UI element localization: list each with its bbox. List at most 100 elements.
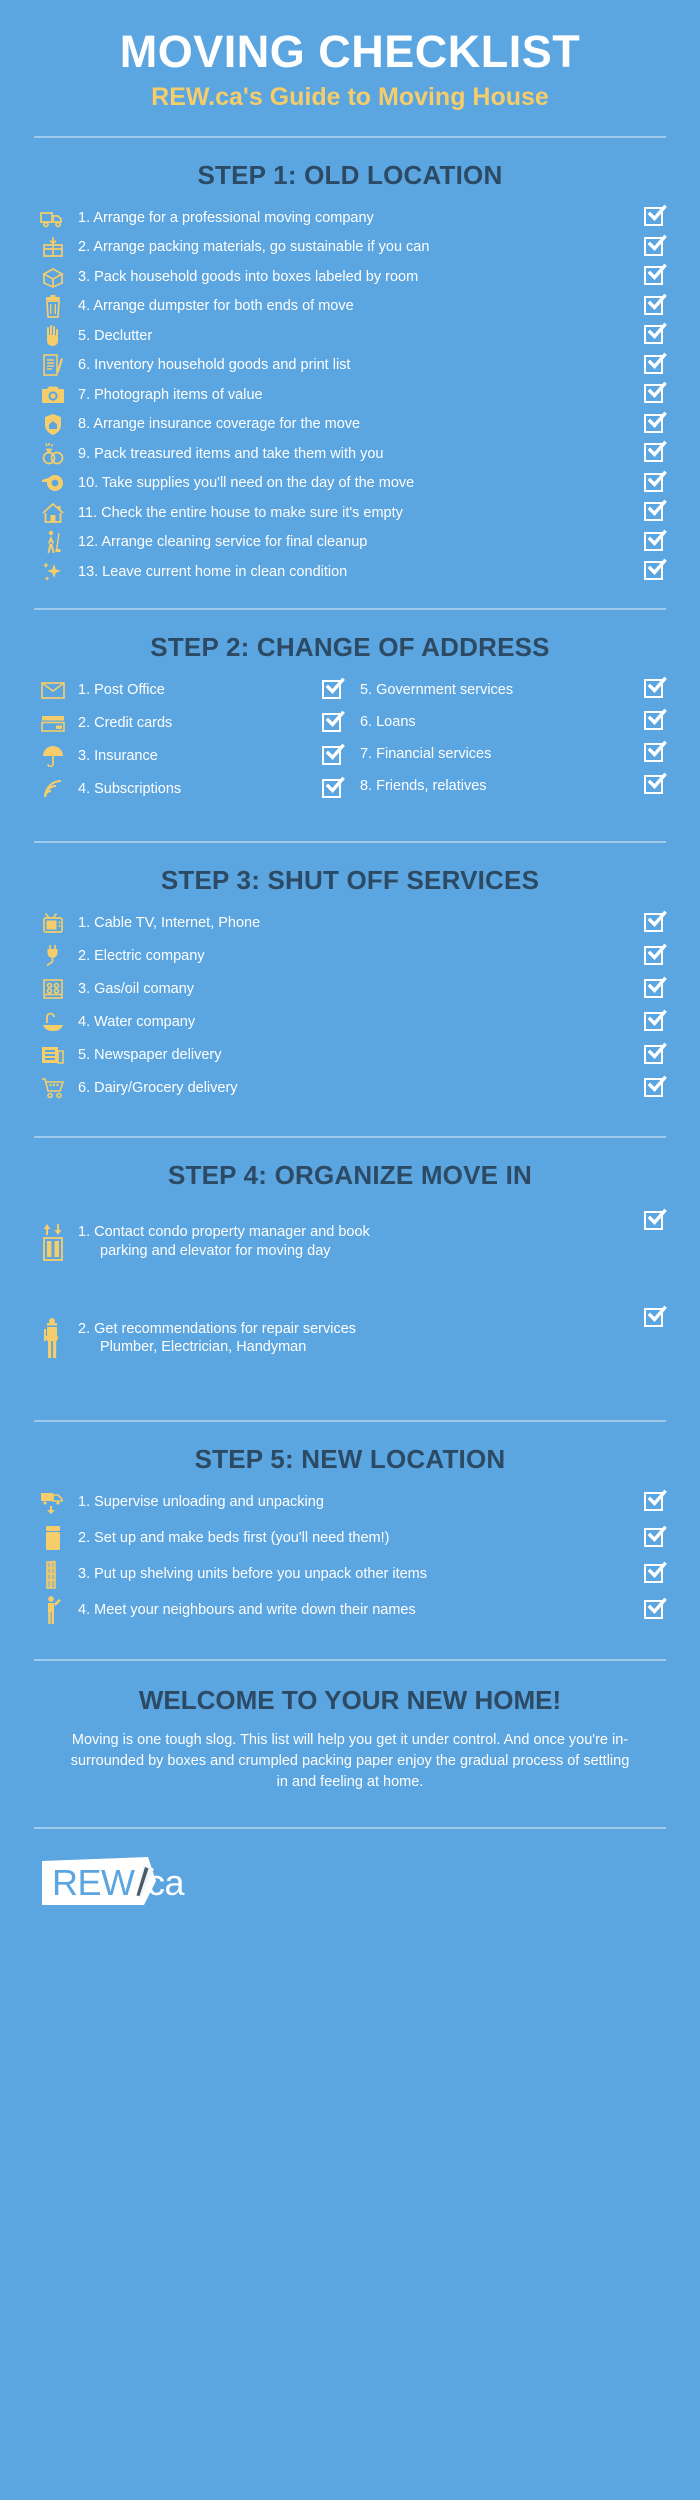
list-item[interactable]: 2. Get recommendations for repair servic…: [32, 1302, 676, 1375]
list-item[interactable]: 1. Cable TV, Internet, Phone: [32, 910, 676, 936]
checkbox-cell[interactable]: [632, 1489, 676, 1513]
list-item[interactable]: 13. Leave current home in clean conditio…: [32, 558, 676, 585]
list-item[interactable]: 1. Contact condo property manager and bo…: [32, 1205, 676, 1278]
checkbox-icon[interactable]: [643, 529, 667, 553]
checkbox-icon[interactable]: [643, 976, 667, 1000]
list-item[interactable]: 5. Newspaper delivery: [32, 1042, 676, 1068]
checkbox-icon[interactable]: [643, 1489, 667, 1513]
checkbox-icon[interactable]: [643, 470, 667, 494]
checkbox-cell[interactable]: [632, 1302, 676, 1329]
list-item[interactable]: 2. Arrange packing materials, go sustain…: [32, 234, 676, 260]
list-item[interactable]: 8. Arrange insurance coverage for the mo…: [32, 411, 676, 437]
checkbox-cell[interactable]: [632, 740, 676, 764]
checkbox-icon[interactable]: [643, 263, 667, 287]
list-item[interactable]: 7. Financial services: [354, 740, 676, 766]
checkbox-icon[interactable]: [643, 1208, 667, 1232]
list-item[interactable]: 2. Set up and make beds first (you'll ne…: [32, 1525, 676, 1551]
checkbox-icon[interactable]: [643, 1009, 667, 1033]
list-item[interactable]: 9. Pack treasured items and take them wi…: [32, 440, 676, 467]
checkbox-icon[interactable]: [643, 411, 667, 435]
checkbox-cell[interactable]: [632, 558, 676, 582]
list-item[interactable]: 3. Gas/oil comany: [32, 976, 676, 1002]
checkbox-cell[interactable]: [632, 381, 676, 405]
checkbox-cell[interactable]: [632, 1075, 676, 1099]
checkbox-icon[interactable]: [643, 1075, 667, 1099]
checkbox-cell[interactable]: [632, 322, 676, 346]
checkbox-icon[interactable]: [643, 381, 667, 405]
list-item[interactable]: 3. Pack household goods into boxes label…: [32, 263, 676, 290]
checkbox-icon[interactable]: [643, 499, 667, 523]
checkbox-icon[interactable]: [643, 440, 667, 464]
list-item[interactable]: 8. Friends, relatives: [354, 772, 676, 798]
checkbox-icon[interactable]: [643, 943, 667, 967]
checkbox-cell[interactable]: [310, 743, 354, 767]
checkbox-cell[interactable]: [632, 293, 676, 317]
list-item[interactable]: 4. Subscriptions: [32, 776, 354, 802]
checkbox-cell[interactable]: [632, 1042, 676, 1066]
checkbox-cell[interactable]: [632, 910, 676, 934]
checkbox-cell[interactable]: [632, 943, 676, 967]
checkbox-icon[interactable]: [643, 740, 667, 764]
list-item[interactable]: 1. Supervise unloading and unpacking: [32, 1489, 676, 1515]
list-item[interactable]: 3. Insurance: [32, 743, 354, 769]
checkbox-icon[interactable]: [321, 743, 345, 767]
list-item[interactable]: 7. Photograph items of value: [32, 381, 676, 408]
checkbox-cell[interactable]: [632, 470, 676, 494]
checkbox-cell[interactable]: [632, 772, 676, 796]
checkbox-icon[interactable]: [321, 776, 345, 800]
checkbox-icon[interactable]: [643, 772, 667, 796]
checkbox-icon[interactable]: [643, 322, 667, 346]
checkbox-icon[interactable]: [643, 1561, 667, 1585]
checkbox-cell[interactable]: [632, 529, 676, 553]
checkbox-icon[interactable]: [643, 1305, 667, 1329]
list-item[interactable]: 12. Arrange cleaning service for final c…: [32, 529, 676, 555]
list-item[interactable]: 2. Credit cards: [32, 710, 354, 736]
list-item[interactable]: 1. Post Office: [32, 677, 354, 703]
checkbox-cell[interactable]: [632, 1009, 676, 1033]
checkbox-cell[interactable]: [632, 1205, 676, 1232]
checkbox-cell[interactable]: [310, 776, 354, 800]
list-item[interactable]: 6. Loans: [354, 708, 676, 734]
checkbox-icon[interactable]: [643, 910, 667, 934]
checkbox-icon[interactable]: [321, 677, 345, 701]
list-item[interactable]: 4. Arrange dumpster for both ends of mov…: [32, 293, 676, 319]
list-item[interactable]: 2. Electric company: [32, 943, 676, 969]
checkbox-cell[interactable]: [632, 204, 676, 228]
checkbox-cell[interactable]: [632, 676, 676, 700]
checkbox-icon[interactable]: [643, 1042, 667, 1066]
checkbox-cell[interactable]: [632, 708, 676, 732]
checkbox-cell[interactable]: [632, 234, 676, 258]
checkbox-cell[interactable]: [310, 710, 354, 734]
list-item[interactable]: 5. Declutter: [32, 322, 676, 349]
checkbox-icon[interactable]: [643, 558, 667, 582]
checkbox-icon[interactable]: [321, 710, 345, 734]
rew-ca-logo[interactable]: REW ca: [40, 1855, 216, 1911]
checkbox-icon[interactable]: [643, 204, 667, 228]
checkbox-icon[interactable]: [643, 293, 667, 317]
checkbox-icon[interactable]: [643, 234, 667, 258]
list-item[interactable]: 10. Take supplies you'll need on the day…: [32, 470, 676, 496]
list-item[interactable]: 6. Inventory household goods and print l…: [32, 352, 676, 378]
checkbox-cell[interactable]: [310, 677, 354, 701]
checkbox-cell[interactable]: [632, 499, 676, 523]
list-item[interactable]: 3. Put up shelving units before you unpa…: [32, 1560, 676, 1589]
checkbox-cell[interactable]: [632, 411, 676, 435]
list-item[interactable]: 4. Meet your neighbours and write down t…: [32, 1596, 676, 1625]
checkbox-cell[interactable]: [632, 976, 676, 1000]
checkbox-icon[interactable]: [643, 1597, 667, 1621]
list-item[interactable]: 6. Dairy/Grocery delivery: [32, 1075, 676, 1101]
checkbox-cell[interactable]: [632, 352, 676, 376]
checkbox-cell[interactable]: [632, 1561, 676, 1585]
list-item[interactable]: 11. Check the entire house to make sure …: [32, 499, 676, 526]
checkbox-cell[interactable]: [632, 1597, 676, 1621]
checkbox-icon[interactable]: [643, 676, 667, 700]
list-item[interactable]: 5. Government services: [354, 676, 676, 702]
list-item[interactable]: 4. Water company: [32, 1009, 676, 1035]
checkbox-icon[interactable]: [643, 1525, 667, 1549]
list-item[interactable]: 1. Arrange for a professional moving com…: [32, 204, 676, 231]
checkbox-cell[interactable]: [632, 1525, 676, 1549]
checkbox-cell[interactable]: [632, 440, 676, 464]
checkbox-icon[interactable]: [643, 708, 667, 732]
checkbox-cell[interactable]: [632, 263, 676, 287]
checkbox-icon[interactable]: [643, 352, 667, 376]
